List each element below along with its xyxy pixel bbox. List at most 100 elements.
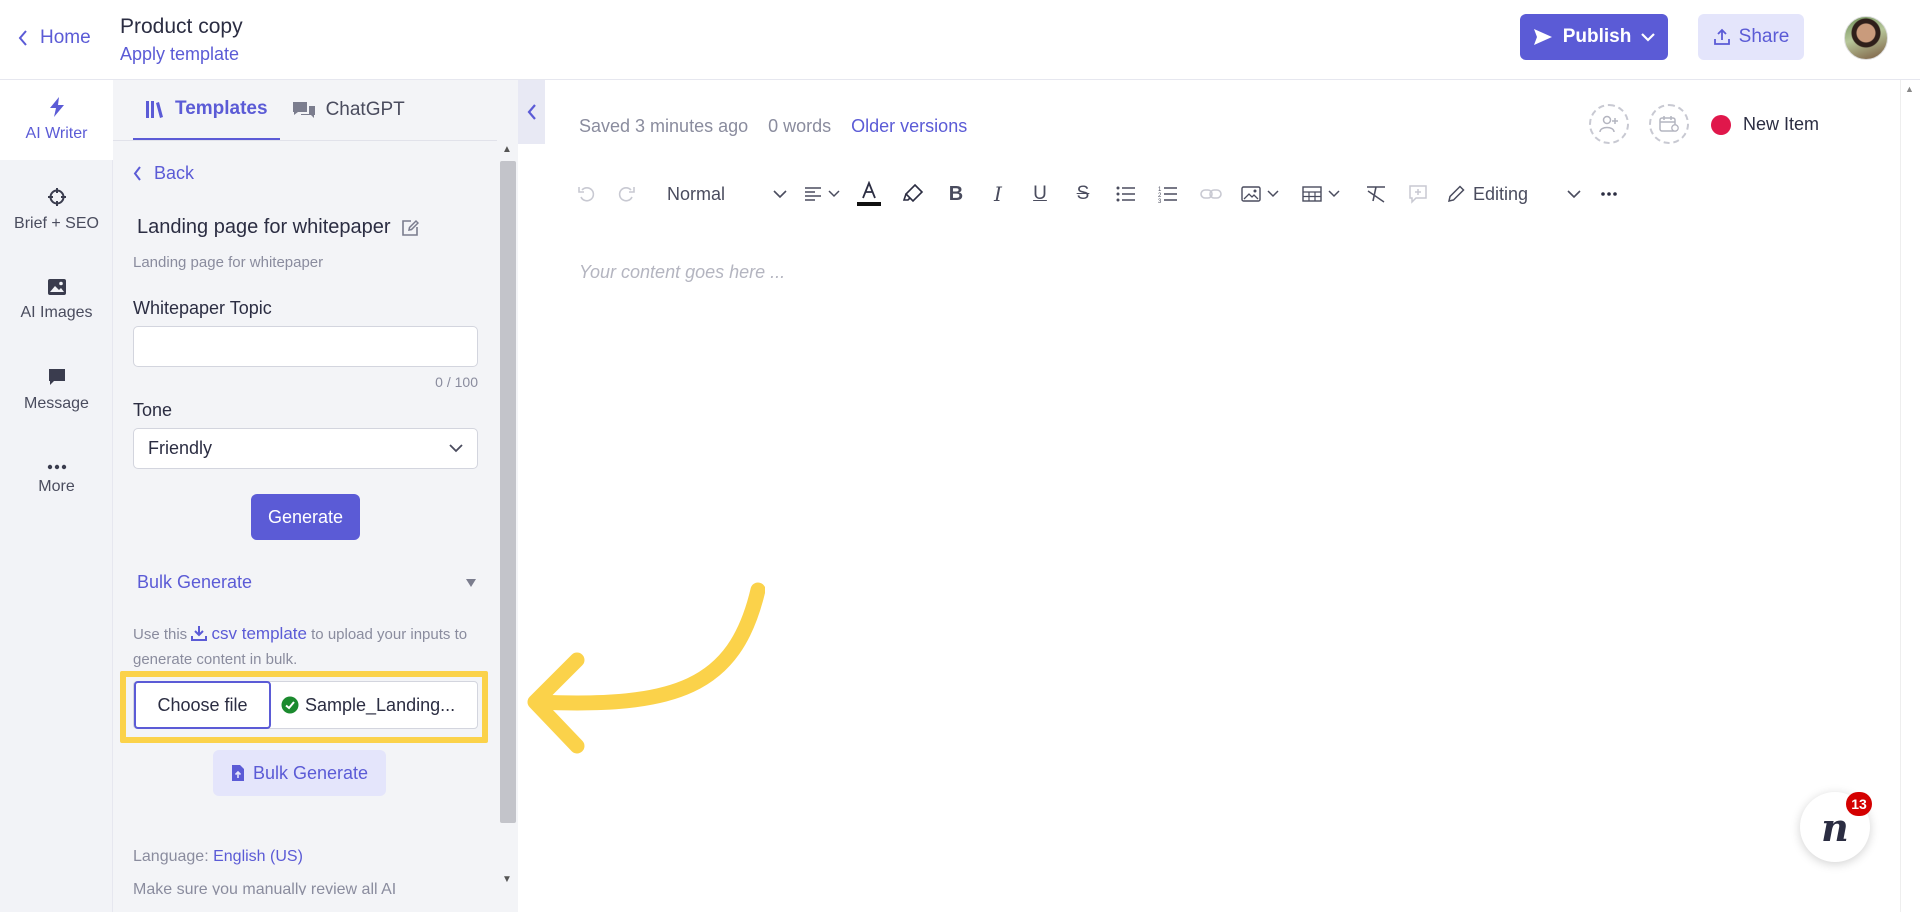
- numbered-list-icon: 123: [1158, 187, 1177, 203]
- collapse-panel-button[interactable]: [518, 80, 545, 144]
- tone-label: Tone: [133, 400, 173, 420]
- rail-label: AI Images: [20, 304, 93, 321]
- table-icon: [1302, 186, 1322, 202]
- home-label: Home: [40, 27, 91, 48]
- italic-icon[interactable]: I: [977, 176, 1019, 212]
- publish-label: Publish: [1562, 26, 1632, 47]
- share-label: Share: [1738, 26, 1790, 47]
- chevron-left-icon: [18, 30, 27, 46]
- tab-chatgpt[interactable]: ChatGPT: [280, 80, 417, 140]
- rail-item-ai-images[interactable]: AI Images: [0, 260, 113, 340]
- bulk-generate-toggle[interactable]: Bulk Generate: [137, 572, 477, 593]
- clear-format-button[interactable]: [1355, 176, 1397, 212]
- editor-content-placeholder[interactable]: Your content goes here ...: [579, 262, 785, 283]
- image-icon: [1241, 186, 1261, 202]
- due-date-button[interactable]: [1649, 104, 1689, 144]
- align-left-icon: [805, 187, 821, 201]
- chevron-down-icon: [1567, 189, 1581, 198]
- apply-template-link[interactable]: Apply template: [120, 44, 239, 65]
- top-header: Home Product copy Apply template Publish…: [0, 0, 1920, 80]
- publish-button[interactable]: Publish: [1520, 14, 1668, 60]
- link-button[interactable]: [1189, 176, 1233, 212]
- chevron-down-icon: [1641, 32, 1656, 42]
- bullet-list-icon: [1116, 186, 1135, 202]
- rail-item-ai-writer[interactable]: AI Writer: [0, 80, 113, 160]
- csv-template-link[interactable]: csv template: [212, 624, 307, 643]
- caret-down-icon: [466, 579, 476, 587]
- align-button[interactable]: [797, 176, 847, 212]
- language-setting: Language: English (US): [133, 848, 303, 866]
- redo-button[interactable]: [605, 176, 647, 212]
- more-dots-icon: [1601, 192, 1617, 196]
- assign-user-button[interactable]: [1589, 104, 1629, 144]
- insert-image-button[interactable]: [1233, 176, 1287, 212]
- bolt-icon: [49, 97, 64, 117]
- older-versions-link[interactable]: Older versions: [851, 116, 967, 137]
- tab-templates[interactable]: Templates: [133, 80, 280, 140]
- bulk-help-prefix: Use this: [133, 626, 188, 643]
- scroll-up-icon[interactable]: ▲: [1905, 84, 1914, 94]
- undo-button[interactable]: [569, 176, 605, 212]
- status-selector[interactable]: New Item: [1711, 114, 1819, 135]
- editor-toolbar: Normal B I U S 123 Editing: [569, 176, 1629, 212]
- annotation-arrow: [527, 582, 765, 754]
- bold-icon[interactable]: B: [935, 176, 977, 212]
- scroll-down-icon[interactable]: ▼: [502, 874, 512, 885]
- review-note: Make sure you manually review all AI: [133, 881, 397, 895]
- add-comment-button[interactable]: [1397, 176, 1439, 212]
- generate-button[interactable]: Generate: [251, 494, 360, 540]
- tone-value: Friendly: [148, 438, 213, 458]
- highlighter-icon: [902, 183, 924, 203]
- chat-bubbles-icon: [292, 102, 315, 118]
- file-upload-icon: [231, 765, 244, 781]
- status-dot: [1711, 114, 1731, 135]
- add-user-icon: [1599, 115, 1618, 133]
- user-avatar[interactable]: [1844, 16, 1888, 60]
- editor-area: Saved 3 minutes ago 0 words Older versio…: [545, 80, 1900, 912]
- choose-file-button[interactable]: Choose file: [134, 681, 271, 729]
- chevron-down-icon: [773, 189, 787, 198]
- mode-current: Editing: [1447, 184, 1528, 205]
- scroll-up-icon[interactable]: ▲: [502, 144, 512, 155]
- bulk-generate-button[interactable]: Bulk Generate: [213, 750, 386, 796]
- calendar-icon: [1659, 116, 1679, 132]
- numbered-list-button[interactable]: 123: [1147, 176, 1189, 212]
- chat-widget-logo: n: [1821, 804, 1849, 850]
- document-title: Product copy: [120, 15, 243, 38]
- panel-scroll-thumb[interactable]: [500, 161, 516, 823]
- rail-item-more[interactable]: More: [0, 440, 113, 520]
- back-link[interactable]: Back: [133, 163, 194, 184]
- share-button[interactable]: Share: [1698, 14, 1804, 60]
- language-link[interactable]: English (US): [213, 848, 303, 865]
- more-options-button[interactable]: [1589, 176, 1629, 212]
- template-title-text: Landing page for whitepaper: [137, 216, 391, 238]
- chevron-left-icon: [133, 166, 141, 181]
- mode-select[interactable]: Editing: [1439, 176, 1589, 212]
- check-circle-icon: [281, 696, 299, 714]
- chevron-down-icon: [1267, 190, 1279, 198]
- home-link[interactable]: Home: [18, 27, 91, 49]
- chevron-down-icon: [449, 444, 463, 453]
- document-meta: Saved 3 minutes ago 0 words Older versio…: [579, 116, 967, 137]
- edit-icon[interactable]: [401, 219, 419, 237]
- rail-label: More: [38, 478, 75, 495]
- rail-item-message[interactable]: Message: [0, 350, 113, 430]
- tone-select[interactable]: Friendly: [133, 428, 478, 469]
- bulk-generate-header: Bulk Generate: [137, 572, 253, 592]
- chat-bubble-icon: [48, 369, 65, 385]
- page-scrollbar[interactable]: ▲: [1900, 80, 1920, 912]
- rail-item-brief-seo[interactable]: Brief + SEO: [0, 170, 113, 250]
- link-icon: [1200, 189, 1222, 199]
- text-style-select[interactable]: Normal: [647, 176, 797, 212]
- templates-panel: Templates ChatGPT Back Landing page for …: [113, 80, 518, 912]
- whitepaper-topic-input[interactable]: [133, 326, 478, 367]
- underline-icon[interactable]: U: [1019, 176, 1061, 212]
- strikethrough-icon[interactable]: S: [1061, 176, 1105, 212]
- bullet-list-button[interactable]: [1105, 176, 1147, 212]
- highlight-button[interactable]: [891, 176, 935, 212]
- bulk-generate-label: Bulk Generate: [252, 762, 369, 783]
- rail-label: Brief + SEO: [14, 215, 99, 232]
- bulk-help-text: Use this csv template to upload your inp…: [133, 621, 473, 672]
- insert-table-button[interactable]: [1287, 176, 1355, 212]
- font-color-button[interactable]: [847, 176, 891, 212]
